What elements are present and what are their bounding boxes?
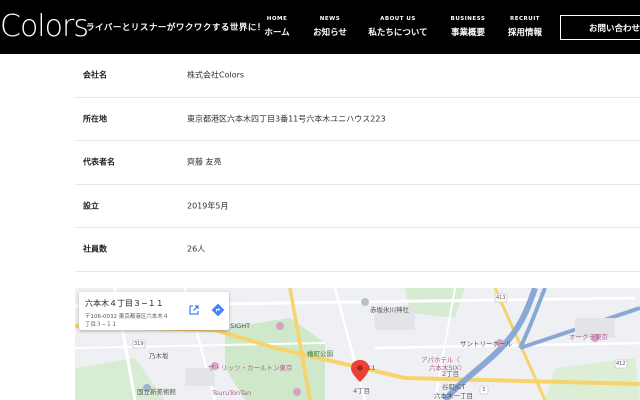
nav-home-label: ホーム bbox=[264, 28, 290, 38]
logo[interactable]: Colors bbox=[0, 6, 89, 48]
info-value: 26人 bbox=[187, 244, 206, 254]
map-label: 赤坂氷川神社 bbox=[370, 306, 409, 314]
pin-dot bbox=[357, 365, 363, 371]
nav-about-en: ABOUT US bbox=[380, 16, 416, 22]
nav-recruit[interactable]: RECRUIT 採用情報 bbox=[506, 0, 544, 54]
street bbox=[333, 288, 367, 400]
map-label: オークラ東京 bbox=[569, 333, 608, 341]
info-label: 設立 bbox=[83, 201, 99, 211]
map-label: ザ・リッツ・カールトン東京 bbox=[208, 364, 293, 372]
company-info-table: 会社名 株式会社Colors 所在地 東京都港区六本木四丁目3番11号六本木ユニ… bbox=[75, 54, 640, 272]
info-label: 社員数 bbox=[83, 244, 107, 254]
nav-business-label: 事業概要 bbox=[450, 28, 485, 38]
map-label: 4丁目 bbox=[353, 387, 371, 395]
info-value: 2019年5月 bbox=[187, 201, 229, 211]
map-label: サントリーホール bbox=[460, 340, 512, 348]
page: Colors ライバーとリスナーがワクワクする世界に！ HOME ホーム NEW… bbox=[0, 0, 640, 400]
info-row-representative: 代表者名 齊藤 友亮 bbox=[75, 141, 640, 185]
route-number: 412 bbox=[616, 361, 626, 367]
poi-marker bbox=[276, 322, 284, 330]
route-number: 3 bbox=[482, 387, 486, 393]
contact-button[interactable]: お問い合わせ bbox=[560, 15, 640, 40]
embedded-map[interactable]: DESIGN SIGHT ザ・リッツ・カールトン東京 乃木坂 国立新美術館 Ts… bbox=[75, 288, 640, 400]
poi-marker bbox=[361, 298, 369, 306]
place-address-cont: 丁目３−１１ bbox=[85, 322, 118, 328]
info-label: 会社名 bbox=[83, 70, 107, 80]
open-in-new-icon[interactable] bbox=[187, 302, 201, 316]
route-number: 413 bbox=[496, 295, 506, 301]
nav-about[interactable]: ABOUT US 私たちについて bbox=[368, 0, 428, 54]
place-title: 六本木４丁目３−１１ bbox=[85, 299, 164, 308]
map-label: 国立新美術館 bbox=[137, 388, 176, 396]
map-label: 六本木一丁目 bbox=[434, 392, 473, 400]
place-info-card: 六本木４丁目３−１１ 〒106-0032 東京都港区六本木４ 丁目３−１１ bbox=[79, 292, 229, 330]
directions-icon[interactable] bbox=[211, 302, 225, 317]
info-label: 所在地 bbox=[83, 114, 107, 124]
info-value: 齊藤 友亮 bbox=[187, 157, 222, 167]
nav-news-en: NEWS bbox=[319, 16, 341, 22]
info-row-established: 設立 2019年5月 bbox=[75, 185, 640, 228]
nav-news[interactable]: NEWS お知らせ bbox=[310, 0, 350, 54]
nav-about-label: 私たちについて bbox=[368, 28, 428, 38]
park-area bbox=[225, 318, 325, 400]
nav-home[interactable]: HOME ホーム bbox=[262, 0, 292, 54]
nav-business[interactable]: BUSINESS 事業概要 bbox=[449, 0, 487, 54]
logo-text: Colors bbox=[0, 9, 89, 44]
map-label: 2丁目 bbox=[442, 370, 460, 378]
tagline: ライバーとリスナーがワクワクする世界に！ bbox=[86, 23, 266, 33]
map-label: 乃木坂 bbox=[149, 352, 169, 360]
pin-label: 11 bbox=[367, 364, 376, 372]
place-address: 〒106-0032 東京都港区六本木４ bbox=[85, 314, 169, 320]
site-header: Colors ライバーとリスナーがワクワクする世界に！ HOME ホーム NEW… bbox=[0, 0, 640, 54]
info-value: 東京都港区六本木四丁目3番11号六本木ユニハウス223 bbox=[187, 114, 386, 124]
nav-news-label: お知らせ bbox=[313, 28, 347, 38]
route-number: 319 bbox=[134, 341, 144, 347]
nav-business-en: BUSINESS bbox=[450, 16, 486, 22]
nav-recruit-en: RECRUIT bbox=[509, 16, 541, 22]
info-row-company-name: 会社名 株式会社Colors bbox=[75, 54, 640, 98]
info-value: 株式会社Colors bbox=[187, 70, 245, 80]
map-label: TsuruTonTan bbox=[212, 389, 252, 397]
info-label: 代表者名 bbox=[83, 157, 115, 167]
nav-home-en: HOME bbox=[266, 16, 288, 22]
poi-marker bbox=[293, 388, 301, 396]
map-label: 檜町公園 bbox=[307, 350, 333, 358]
info-row-employees: 社員数 26人 bbox=[75, 228, 640, 272]
info-row-address: 所在地 東京都港区六本木四丁目3番11号六本木ユニハウス223 bbox=[75, 98, 640, 141]
nav-recruit-label: 採用情報 bbox=[507, 28, 542, 38]
